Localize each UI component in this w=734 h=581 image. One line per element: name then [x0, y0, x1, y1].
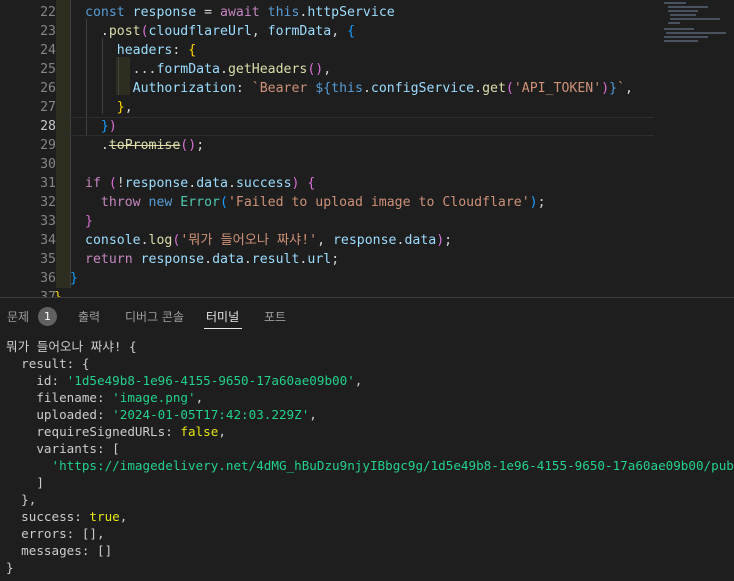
- code-text: },: [116, 100, 133, 115]
- problems-count-badge: 1: [38, 307, 57, 326]
- code-text: if (!response.data.success) {: [85, 176, 316, 191]
- terminal-line: result: {: [6, 356, 90, 371]
- code-line[interactable]: 31 if (!response.data.success) {: [0, 174, 660, 193]
- terminal-output[interactable]: 뭐가 들어오나 짜샤! { result: { id: '1d5e49b8-1e…: [6, 338, 734, 576]
- code-text: }: [70, 271, 78, 286]
- code-text: .post(cloudflareUrl, formData, {: [85, 24, 356, 39]
- tab-debug-console[interactable]: 디버그 콘솔: [125, 308, 184, 325]
- tab-ports[interactable]: 포트: [264, 308, 286, 325]
- terminal-line: variants: [: [6, 441, 120, 456]
- terminal-line: success: true,: [6, 509, 128, 524]
- code-line[interactable]: 24 headers: {: [0, 41, 660, 60]
- terminal-line: requireSignedURLs: false,: [6, 424, 226, 439]
- line-number: 36: [40, 271, 56, 286]
- terminal-line: ]: [6, 475, 44, 490]
- code-text: .toPromise();: [85, 138, 205, 153]
- line-number: 25: [40, 62, 56, 77]
- tab-output[interactable]: 출력: [78, 308, 100, 325]
- active-tab-indicator: [204, 328, 242, 329]
- code-text: ...formData.getHeaders(),: [85, 62, 332, 77]
- panel-tabs: 문제 1 출력 디버그 콘솔 터미널 포트: [0, 298, 734, 336]
- line-number: 35: [40, 252, 56, 267]
- code-text: }: [54, 288, 62, 297]
- line-number: 30: [40, 157, 56, 172]
- line-number: 37: [0, 288, 56, 297]
- code-line[interactable]: 26 Authorization: `Bearer ${this.configS…: [0, 79, 660, 98]
- line-number: 27: [40, 100, 56, 115]
- terminal-line: uploaded: '2024-01-05T17:42:03.229Z',: [6, 407, 317, 422]
- terminal-line: }: [6, 560, 14, 575]
- code-text: }): [100, 119, 117, 134]
- code-line[interactable]: 32 throw new Error('Failed to upload ima…: [0, 193, 660, 212]
- terminal-line: 'https://imagedelivery.net/4dMG_hBuDzu9n…: [51, 458, 734, 473]
- tab-terminal[interactable]: 터미널: [206, 308, 239, 325]
- code-text: console.log('뭐가 들어오나 짜샤!', response.data…: [85, 233, 453, 248]
- line-number: 29: [40, 138, 56, 153]
- code-line[interactable]: 27 },: [0, 98, 660, 117]
- tab-problems[interactable]: 문제: [7, 308, 29, 325]
- terminal-line: messages: []: [6, 543, 113, 558]
- terminal-line: filename: 'image.png',: [6, 390, 204, 405]
- code-line[interactable]: 35 return response.data.result.url;: [0, 250, 660, 269]
- code-text: Authorization: `Bearer ${this.configServ…: [132, 81, 633, 96]
- line-number: 26: [40, 81, 56, 96]
- line-number: 32: [40, 195, 56, 210]
- code-line[interactable]: 22 const response = await this.httpServic…: [0, 3, 660, 22]
- line-number: 31: [40, 176, 56, 191]
- line-number: 34: [40, 233, 56, 248]
- code-line[interactable]: 30: [0, 155, 660, 174]
- line-number: 33: [40, 214, 56, 229]
- code-text: return response.data.result.url;: [85, 252, 340, 267]
- terminal-line: 뭐가 들어오나 짜샤! {: [6, 339, 137, 354]
- line-number: 28: [40, 119, 56, 134]
- bottom-panel: 문제 1 출력 디버그 콘솔 터미널 포트 뭐가 들어오나 짜샤! { resu…: [0, 297, 734, 581]
- line-number: 24: [40, 43, 56, 58]
- terminal-line: id: '1d5e49b8-1e96-4155-9650-17a60ae09b0…: [6, 373, 363, 388]
- code-text: headers: {: [116, 43, 197, 58]
- line-number: 22: [40, 5, 56, 20]
- code-line[interactable]: 23 .post(cloudflareUrl, formData, {: [0, 22, 660, 41]
- code-line[interactable]: 34 console.log('뭐가 들어오나 짜샤!', response.da…: [0, 231, 660, 250]
- terminal-line: errors: [],: [6, 526, 105, 541]
- code-text: throw new Error('Failed to upload image …: [100, 195, 546, 210]
- code-line[interactable]: 25 ...formData.getHeaders(),: [0, 60, 660, 79]
- code-text: const response = await this.httpService: [85, 5, 395, 20]
- code-line[interactable]: 36}: [0, 269, 660, 288]
- code-line[interactable]: 29 .toPromise();: [0, 136, 660, 155]
- code-line[interactable]: 37}: [0, 288, 660, 297]
- minimap[interactable]: [660, 0, 734, 60]
- code-line[interactable]: 33}: [0, 212, 660, 231]
- terminal-line: },: [6, 492, 37, 507]
- code-line[interactable]: 28 }): [0, 117, 660, 136]
- line-number: 23: [40, 24, 56, 39]
- code-text: }: [85, 214, 93, 229]
- code-editor[interactable]: 22 const response = await this.httpServic…: [0, 0, 734, 297]
